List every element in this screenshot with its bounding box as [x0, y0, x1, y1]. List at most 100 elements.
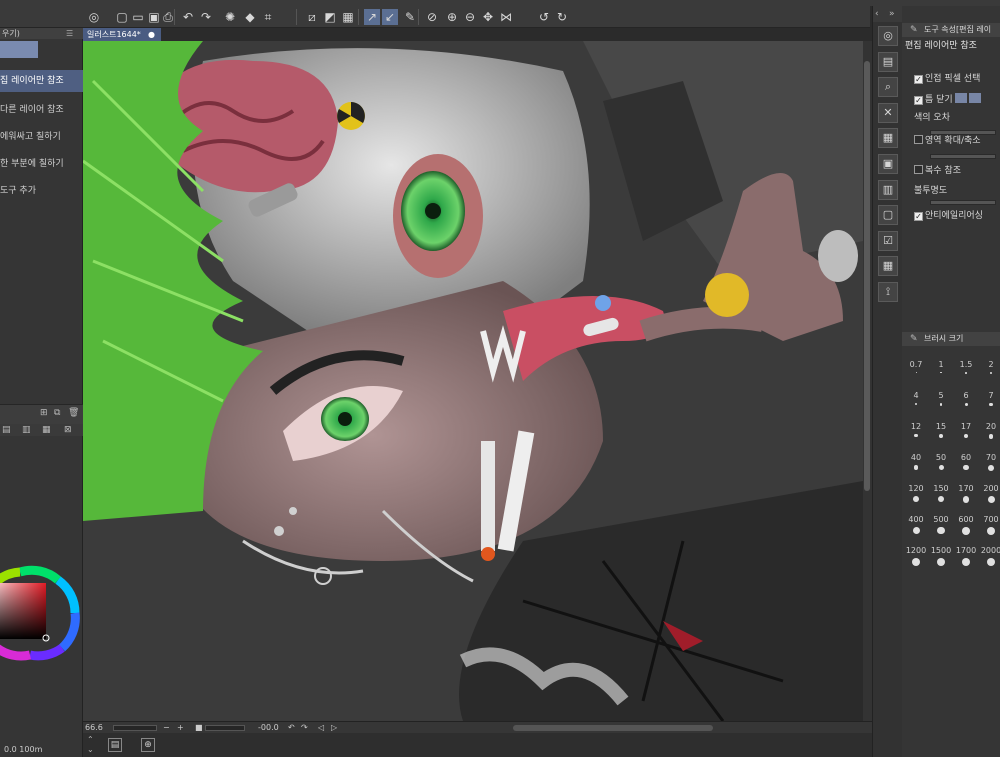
- option-slider[interactable]: [930, 200, 996, 205]
- delete-subtool-icon[interactable]: 🗑: [68, 408, 79, 418]
- transform-icon[interactable]: ⌗: [260, 9, 276, 25]
- color-set-tab-icon[interactable]: ▦: [42, 425, 52, 435]
- brush-size-preset[interactable]: 1500: [929, 546, 953, 570]
- brush-size-preset[interactable]: 400: [904, 515, 928, 539]
- flip-icon[interactable]: ⋈: [498, 9, 514, 25]
- vertical-scroll-thumb[interactable]: [864, 61, 870, 491]
- material-icon[interactable]: ▦: [878, 128, 898, 149]
- fill-icon[interactable]: ◆: [242, 9, 258, 25]
- option-checkbox[interactable]: [914, 165, 923, 174]
- brush-size-preset[interactable]: 6: [954, 391, 978, 415]
- snap-off-icon[interactable]: ⧄: [304, 9, 320, 25]
- undo-icon[interactable]: ↶: [180, 9, 196, 25]
- sub-tool-item[interactable]: 한 부분에 칠하기: [0, 153, 83, 175]
- option-checkbox[interactable]: ✓: [914, 212, 923, 221]
- snap-grid-icon[interactable]: ▦: [340, 9, 356, 25]
- brush-size-preset[interactable]: 70: [979, 453, 1000, 477]
- close-panel-icon[interactable]: ✕: [878, 102, 898, 123]
- pen-pressure-icon[interactable]: ✎: [402, 9, 418, 25]
- brush-size-preset[interactable]: 120: [904, 484, 928, 508]
- zoom-out-icon[interactable]: ⊖: [462, 9, 478, 25]
- snap-ruler-icon[interactable]: ◩: [322, 9, 338, 25]
- redo-icon[interactable]: ↷: [198, 9, 214, 25]
- navigator-icon[interactable]: ◎: [878, 26, 898, 46]
- expand-right-icon[interactable]: »: [889, 6, 895, 22]
- panel-menu-icon[interactable]: ☰: [66, 28, 76, 39]
- brush-size-preset[interactable]: 1.5: [954, 360, 978, 384]
- intermediate-color-tab-icon[interactable]: ⊠: [64, 425, 74, 435]
- gap-level-swatch[interactable]: [954, 93, 967, 103]
- selection-spinner-icon[interactable]: ✺: [222, 9, 238, 25]
- sub-tool-item[interactable]: 집 레이어만 참조: [0, 70, 83, 92]
- option-checkbox[interactable]: [914, 135, 923, 144]
- brush-size-preset[interactable]: 150: [929, 484, 953, 508]
- app-logo-icon[interactable]: ◎: [86, 9, 102, 25]
- color-wheel-tab-icon[interactable]: ▤: [2, 425, 12, 435]
- option-checkbox[interactable]: ✓: [914, 96, 923, 105]
- navigator-icon[interactable]: ⊘: [424, 9, 440, 25]
- brush-size-preset[interactable]: 1200: [904, 546, 928, 570]
- zoom-slider[interactable]: [113, 725, 157, 731]
- brush-size-preset[interactable]: 200: [979, 484, 1000, 508]
- tool-option-row[interactable]: 복수 참조: [914, 163, 1000, 179]
- brush-size-preset[interactable]: 20: [979, 422, 1000, 446]
- brush-size-preset[interactable]: 5: [929, 391, 953, 415]
- duplicate-subtool-icon[interactable]: ⧉: [54, 408, 64, 418]
- gap-level-swatch[interactable]: [968, 93, 981, 103]
- sub-view-icon[interactable]: ▢: [878, 205, 898, 226]
- collapse-left-icon[interactable]: ‹: [875, 6, 879, 22]
- brush-size-preset[interactable]: 500: [929, 515, 953, 539]
- auto-action-icon[interactable]: ▦: [878, 256, 898, 277]
- brush-size-preset[interactable]: 700: [979, 515, 1000, 539]
- color-wheel[interactable]: [0, 498, 83, 708]
- brush-size-preset[interactable]: 2: [979, 360, 1000, 384]
- brush-size-preset[interactable]: 40: [904, 453, 928, 477]
- color-slider-tab-icon[interactable]: ▥: [22, 425, 32, 435]
- layer-property-icon[interactable]: ▤: [878, 51, 898, 72]
- brush-size-preset[interactable]: 0.7: [904, 360, 928, 384]
- sub-tool-item[interactable]: 다른 레이어 참조: [0, 99, 83, 121]
- animation-icon[interactable]: ▣: [878, 154, 898, 174]
- canvas-horizontal-scrollbar[interactable]: [513, 725, 713, 731]
- zoom-in-icon[interactable]: ⊕: [444, 9, 460, 25]
- tool-property-icon[interactable]: ⟟: [878, 282, 898, 302]
- sub-tool-item[interactable]: 에워싸고 칠하기: [0, 126, 83, 148]
- layer-search-icon[interactable]: ⌕: [878, 77, 898, 98]
- brush-size-preset[interactable]: 7: [979, 391, 1000, 415]
- layer-panel-toggle-icon[interactable]: ▤: [108, 738, 122, 752]
- close-document-icon[interactable]: ●: [148, 28, 158, 41]
- sub-tool-group-tab[interactable]: [0, 41, 38, 58]
- history-icon[interactable]: ☑: [878, 230, 898, 251]
- brush-size-preset[interactable]: 600: [954, 515, 978, 539]
- collapse-down-icon[interactable]: ⌄: [87, 745, 94, 754]
- brush-size-preset[interactable]: 15: [929, 422, 953, 446]
- tool-option-row[interactable]: 영역 확대/축소: [914, 133, 1000, 149]
- brush-size-preset[interactable]: 1700: [954, 546, 978, 570]
- navigator-toggle-icon[interactable]: ⊕: [141, 738, 155, 752]
- brush-size-preset[interactable]: 2000: [979, 546, 1000, 570]
- pen-correction-icon[interactable]: ↙: [382, 9, 398, 25]
- pan-icon[interactable]: ✥: [480, 9, 496, 25]
- create-subtool-icon[interactable]: ⊞: [40, 408, 50, 418]
- pen-stabilizer-icon[interactable]: ↗: [364, 9, 380, 25]
- rotate-right-icon[interactable]: ↻: [554, 9, 570, 25]
- brush-size-preset[interactable]: 60: [954, 453, 978, 477]
- rotation-slider[interactable]: [205, 725, 245, 731]
- brush-size-preset[interactable]: 17: [954, 422, 978, 446]
- option-checkbox[interactable]: ✓: [914, 75, 923, 84]
- collapse-up-icon[interactable]: ⌃: [87, 735, 94, 744]
- tool-option-row[interactable]: ✓ 틈 닫기: [914, 92, 1000, 108]
- option-slider[interactable]: [930, 154, 996, 159]
- tool-option-row[interactable]: ✓ 안티에일리어싱: [914, 208, 1000, 224]
- open-file-icon[interactable]: ▭: [130, 9, 146, 25]
- brush-size-preset[interactable]: 50: [929, 453, 953, 477]
- color-set-icon[interactable]: ▥: [878, 179, 898, 200]
- canvas-vertical-scrollbar[interactable]: [863, 41, 872, 721]
- drawing-canvas[interactable]: [83, 41, 863, 721]
- brush-size-preset[interactable]: 4: [904, 391, 928, 415]
- tool-option-row[interactable]: ✓ 인접 픽셀 선택: [914, 71, 1000, 87]
- sub-tool-item[interactable]: 도구 추가: [0, 180, 83, 202]
- brush-size-preset[interactable]: 1: [929, 360, 953, 384]
- brush-size-preset[interactable]: 12: [904, 422, 928, 446]
- new-file-icon[interactable]: ▢: [114, 9, 130, 25]
